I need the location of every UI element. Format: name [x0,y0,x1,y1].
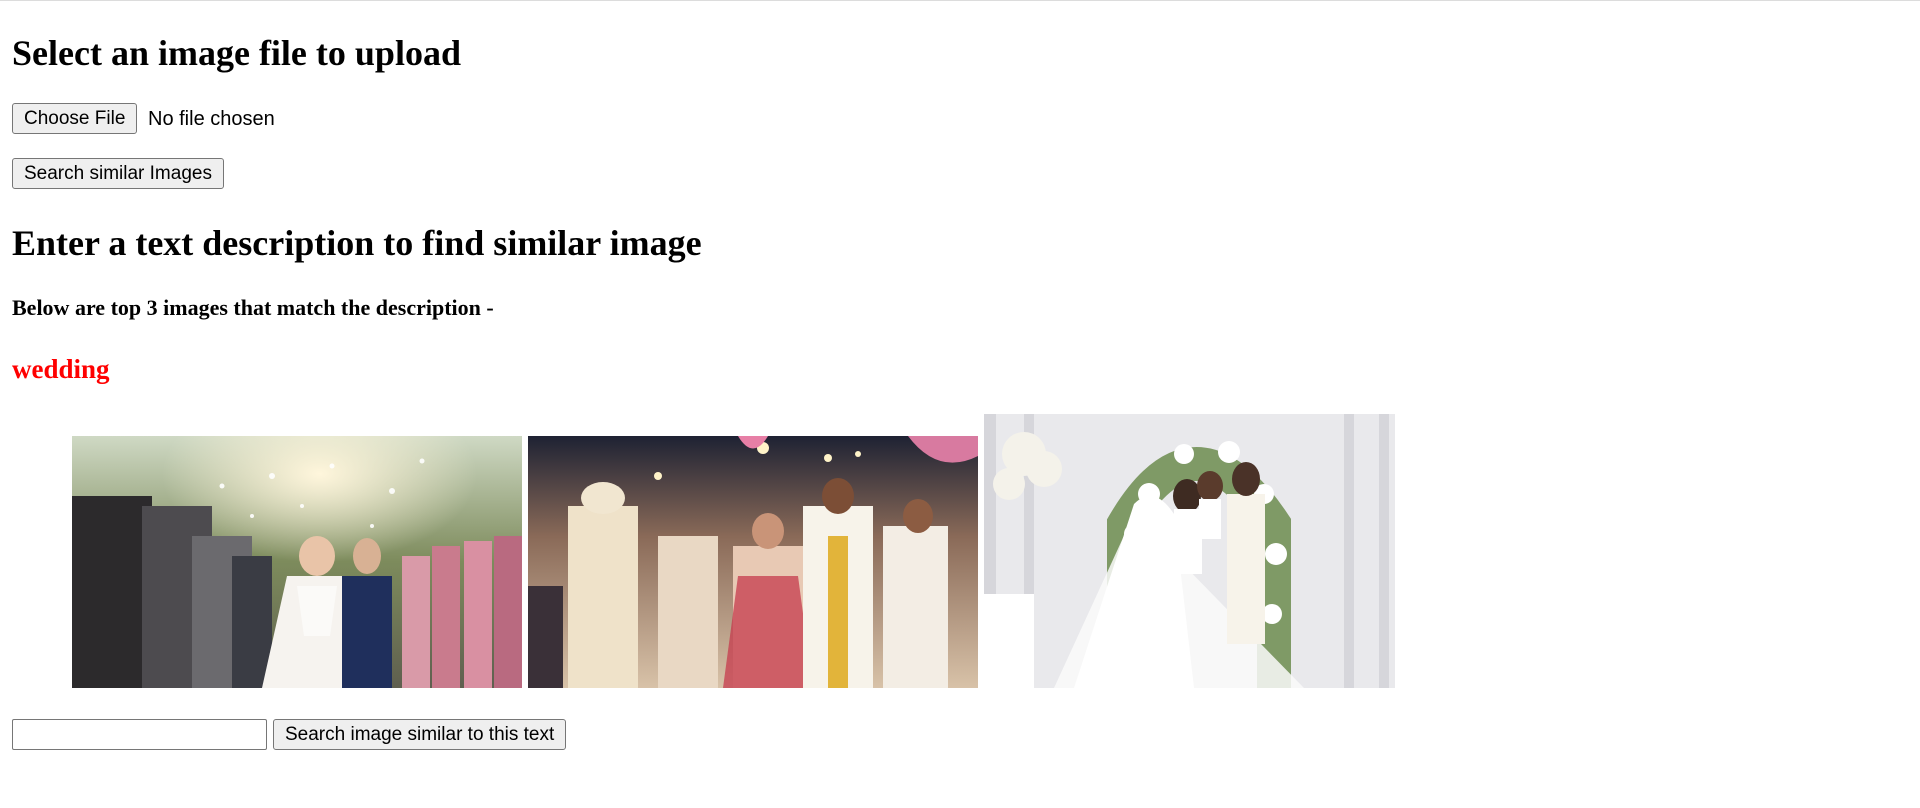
wedding-ceremony-photo-icon [528,436,978,688]
result-image-1[interactable] [72,436,522,688]
text-search-heading: Enter a text description to find similar… [12,223,702,263]
upload-heading: Select an image file to upload [12,33,461,73]
results-caption: Below are top 3 images that match the de… [12,295,494,320]
query-text: wedding [12,354,110,384]
choose-file-button[interactable]: Choose File [12,103,138,134]
wedding-arch-photo-icon [984,414,1395,688]
search-by-text-button[interactable]: Search image similar to this text [273,719,567,750]
wedding-outdoor-photo-icon [72,436,522,688]
top-border [0,0,1920,1]
text-description-input[interactable] [12,719,267,750]
result-image-2[interactable] [528,436,978,688]
result-image-3[interactable] [984,414,1395,688]
search-similar-images-button[interactable]: Search similar Images [12,158,224,189]
file-status-text: No file chosen [148,108,275,130]
